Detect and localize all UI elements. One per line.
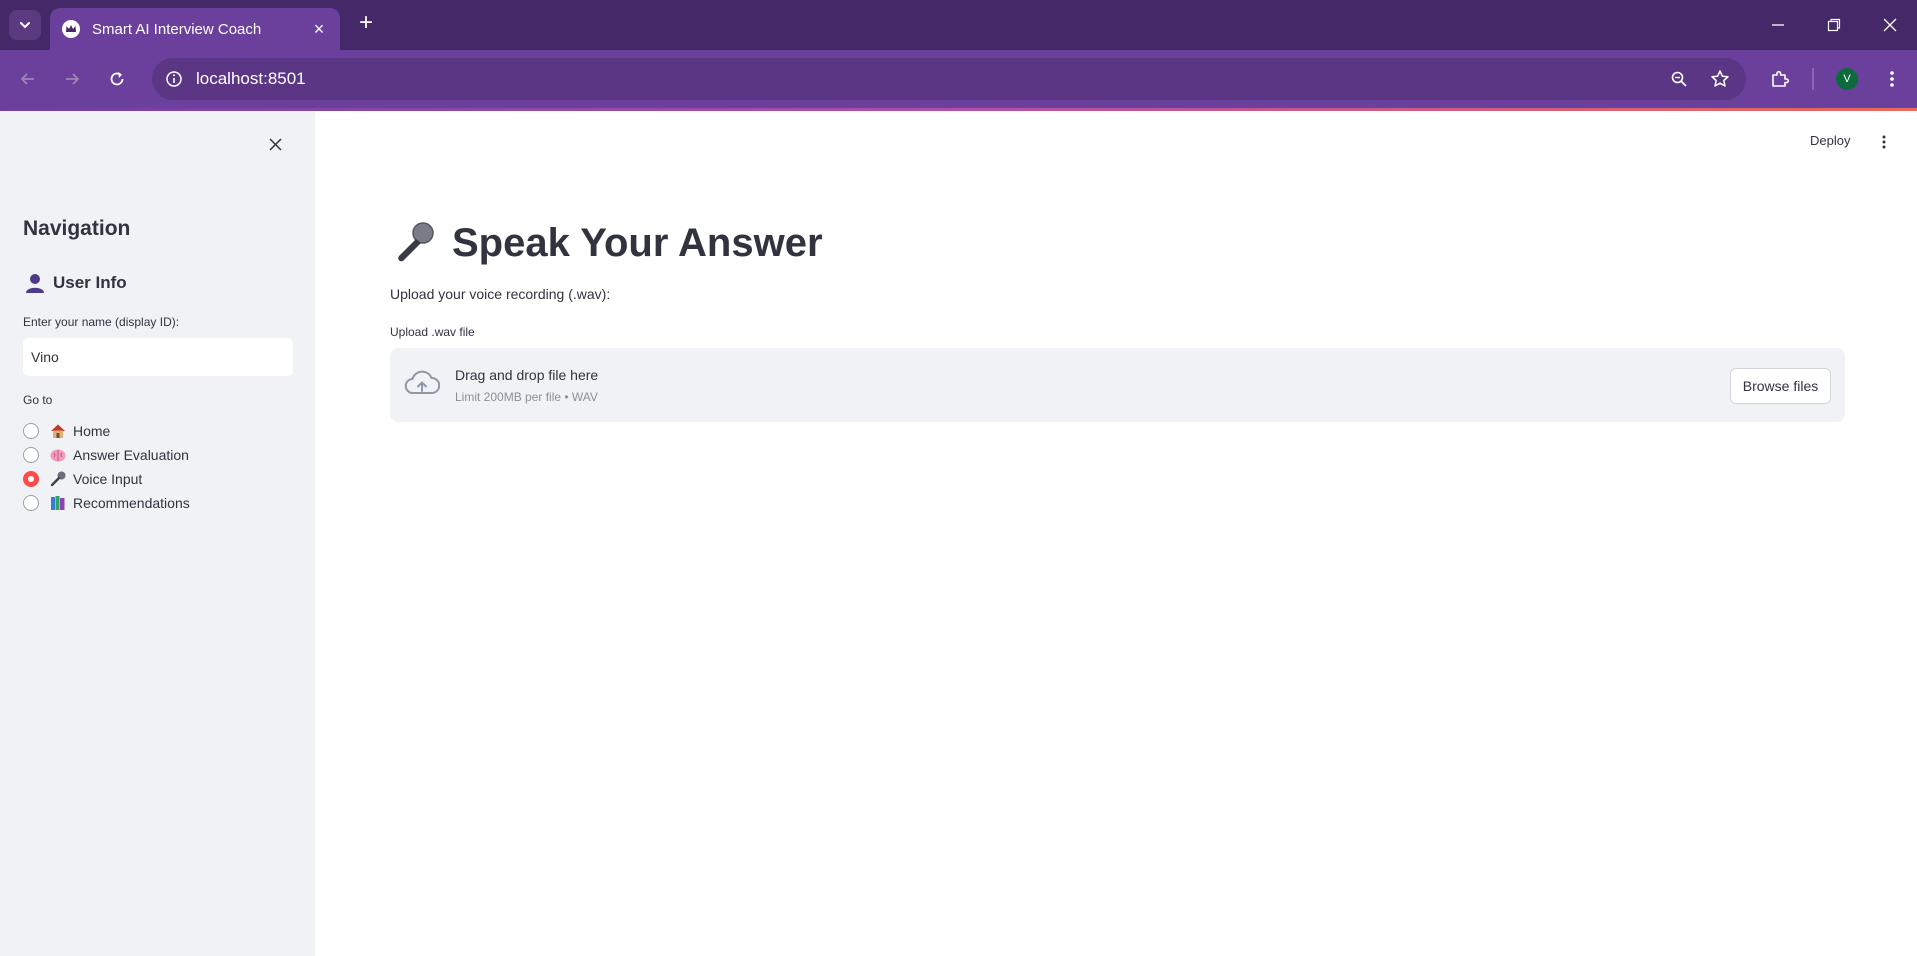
microphone-icon <box>398 222 434 262</box>
radio-option-voice-input[interactable]: Voice Input <box>23 469 142 489</box>
radio-option-label: Recommendations <box>73 495 190 511</box>
browser-tab[interactable]: Smart AI Interview Coach × <box>50 8 340 50</box>
zoom-icon[interactable] <box>1667 67 1691 91</box>
page-title-text: Speak Your Answer <box>452 220 823 265</box>
browser-tab-bar: Smart AI Interview Coach × + <box>0 0 1917 50</box>
brain-icon <box>49 446 67 464</box>
radio-option-home[interactable]: Home <box>23 421 110 441</box>
close-icon <box>1883 18 1897 32</box>
house-icon <box>49 422 67 440</box>
forward-button[interactable] <box>56 63 88 95</box>
arrow-left-icon <box>20 73 34 85</box>
radio-option-answer-evaluation[interactable]: Answer Evaluation <box>23 445 189 465</box>
name-input[interactable] <box>23 338 293 376</box>
profile-avatar[interactable]: V <box>1836 68 1858 90</box>
goto-label: Go to <box>23 393 53 407</box>
file-dropzone[interactable]: Drag and drop file here Limit 200MB per … <box>390 348 1845 422</box>
radio-button[interactable] <box>23 495 39 511</box>
kebab-menu-icon <box>1882 135 1886 149</box>
crown-icon <box>62 20 80 38</box>
arrow-right-icon <box>66 73 80 85</box>
url-text[interactable]: localhost:8501 <box>196 69 306 89</box>
books-icon <box>49 494 67 512</box>
kebab-menu-icon <box>1890 71 1894 87</box>
microphone-icon <box>49 470 67 488</box>
reload-button[interactable] <box>101 63 133 95</box>
address-bar[interactable]: localhost:8501 <box>152 58 1746 100</box>
person-icon <box>26 274 44 293</box>
radio-button[interactable] <box>23 447 39 463</box>
sidebar: Navigation User Info Enter your name (di… <box>0 111 315 956</box>
back-button[interactable] <box>12 63 44 95</box>
app-menu-button[interactable] <box>1875 131 1893 153</box>
browse-files-button[interactable]: Browse files <box>1730 368 1831 404</box>
minimize-button[interactable] <box>1758 10 1798 40</box>
tab-close-button[interactable]: × <box>306 19 332 40</box>
dropzone-limit-text: Limit 200MB per file • WAV <box>455 390 598 404</box>
tab-search-button[interactable] <box>9 10 41 40</box>
restore-button[interactable] <box>1814 10 1854 40</box>
restore-icon <box>1827 18 1841 32</box>
star-icon[interactable] <box>1708 67 1732 91</box>
browser-toolbar: localhost:8501 V <box>0 50 1917 108</box>
new-tab-button[interactable]: + <box>353 11 379 37</box>
user-info-heading: User Info <box>23 271 127 295</box>
chevron-down-icon <box>20 22 30 29</box>
reload-icon <box>110 72 124 86</box>
puzzle-icon <box>1772 70 1790 87</box>
radio-option-label: Voice Input <box>73 471 143 487</box>
sidebar-heading: Navigation <box>23 217 131 240</box>
radio-button[interactable] <box>23 423 39 439</box>
file-uploader-label: Upload .wav file <box>390 325 475 339</box>
dropzone-instructions: Drag and drop file here <box>455 367 599 383</box>
browser-menu-button[interactable] <box>1876 63 1908 95</box>
toolbar-divider <box>1812 68 1814 90</box>
radio-option-label: Home <box>73 423 111 439</box>
upload-prompt: Upload your voice recording (.wav): <box>390 286 611 302</box>
user-info-heading-text: User Info <box>53 273 127 292</box>
extensions-button[interactable] <box>1764 63 1796 95</box>
radio-option-recommendations[interactable]: Recommendations <box>23 493 190 513</box>
radio-button-selected[interactable] <box>23 471 39 487</box>
radio-option-label: Answer Evaluation <box>73 447 189 463</box>
tab-title: Smart AI Interview Coach <box>92 20 262 38</box>
name-field-label: Enter your name (display ID): <box>23 315 180 329</box>
cloud-upload-icon <box>404 370 440 395</box>
minimize-icon <box>1772 24 1784 26</box>
page-title: Speak Your Answer <box>390 215 823 271</box>
deploy-button[interactable]: Deploy <box>1810 133 1850 148</box>
close-icon <box>268 137 282 151</box>
window-close-button[interactable] <box>1870 10 1910 40</box>
sidebar-collapse-button[interactable] <box>263 132 287 156</box>
site-info-icon[interactable] <box>162 67 186 91</box>
